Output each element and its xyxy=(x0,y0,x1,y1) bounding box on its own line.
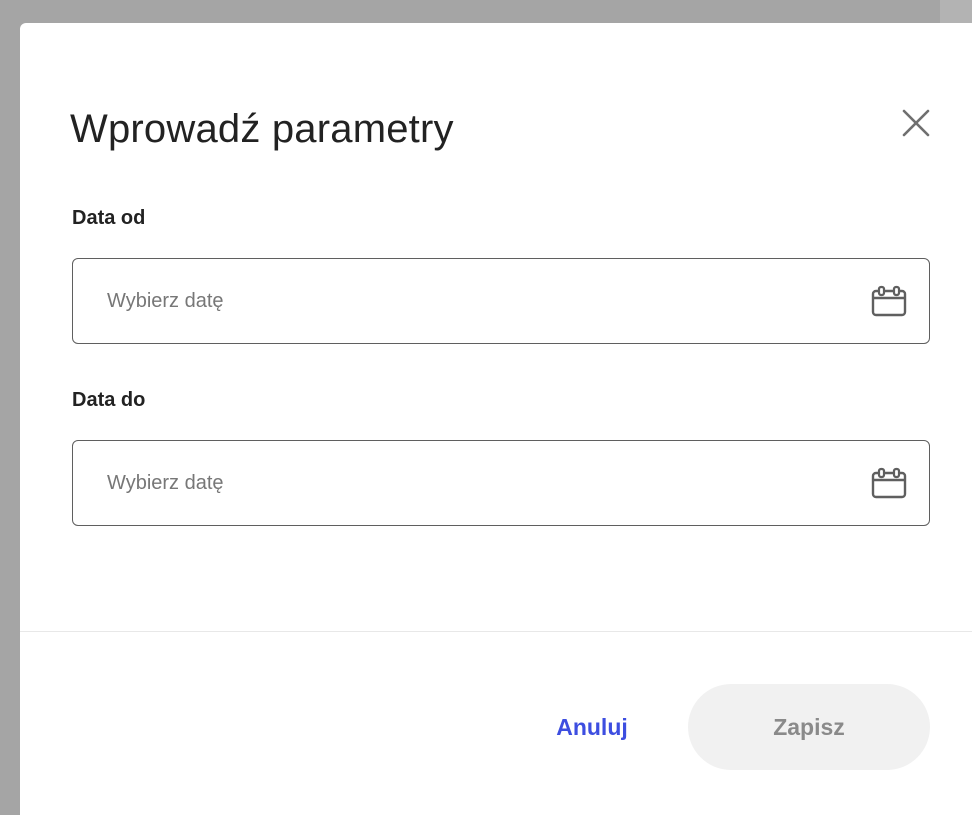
footer-divider xyxy=(20,631,972,632)
dialog-title: Wprowadź parametry xyxy=(70,107,454,151)
calendar-icon xyxy=(871,467,907,499)
save-button[interactable]: Zapisz xyxy=(688,684,930,770)
date-from-label: Data od xyxy=(72,207,146,229)
date-to-input[interactable] xyxy=(73,441,869,525)
date-from-input[interactable] xyxy=(73,259,869,343)
date-from-field[interactable] xyxy=(72,258,930,344)
close-icon xyxy=(902,109,930,137)
parameters-dialog: Wprowadź parametry Data od Data do xyxy=(20,23,972,815)
date-from-calendar-button[interactable] xyxy=(869,281,909,321)
date-to-field[interactable] xyxy=(72,440,930,526)
calendar-icon xyxy=(871,285,907,317)
date-to-calendar-button[interactable] xyxy=(869,463,909,503)
cancel-button[interactable]: Anuluj xyxy=(534,684,650,770)
date-to-label: Data do xyxy=(72,389,146,411)
close-button[interactable] xyxy=(892,99,940,147)
